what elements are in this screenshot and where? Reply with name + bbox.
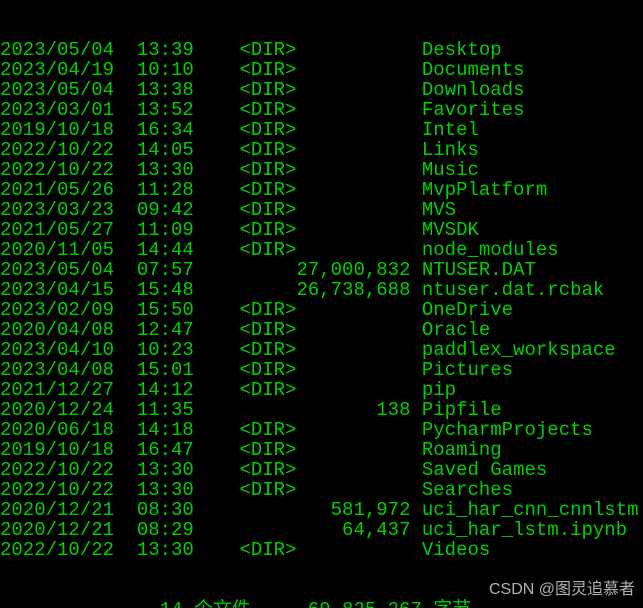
dir-entry: 2022/10/22 13:30 <DIR> Saved Games <box>0 460 643 480</box>
watermark-text: CSDN @图灵追慕者 <box>489 580 635 600</box>
dir-entry: 2021/05/26 11:28 <DIR> MvpPlatform <box>0 180 643 200</box>
dir-listing: 2023/05/04 13:39 <DIR> Desktop2023/04/19… <box>0 40 643 560</box>
dir-entry: 2023/04/19 10:10 <DIR> Documents <box>0 60 643 80</box>
dir-entry: 2019/10/18 16:34 <DIR> Intel <box>0 120 643 140</box>
dir-entry: 2023/03/23 09:42 <DIR> MVS <box>0 200 643 220</box>
dir-entry: 2022/10/22 13:30 <DIR> Videos <box>0 540 643 560</box>
dir-entry: 2023/04/08 15:01 <DIR> Pictures <box>0 360 643 380</box>
terminal-output[interactable]: 2023/05/04 13:39 <DIR> Desktop2023/04/19… <box>0 0 643 608</box>
dir-entry: 2023/04/15 15:48 26,738,688 ntuser.dat.r… <box>0 280 643 300</box>
dir-entry: 2022/10/22 13:30 <DIR> Searches <box>0 480 643 500</box>
dir-entry: 2023/02/09 15:50 <DIR> OneDrive <box>0 300 643 320</box>
dir-entry: 2022/10/22 14:05 <DIR> Links <box>0 140 643 160</box>
dir-entry: 2023/05/04 13:38 <DIR> Downloads <box>0 80 643 100</box>
dir-entry: 2020/04/08 12:47 <DIR> Oracle <box>0 320 643 340</box>
dir-entry: 2020/12/21 08:29 64,437 uci_har_lstm.ipy… <box>0 520 643 540</box>
dir-entry: 2020/11/05 14:44 <DIR> node_modules <box>0 240 643 260</box>
dir-entry: 2023/05/04 13:39 <DIR> Desktop <box>0 40 643 60</box>
dir-entry: 2023/03/01 13:52 <DIR> Favorites <box>0 100 643 120</box>
dir-entry: 2021/12/27 14:12 <DIR> pip <box>0 380 643 400</box>
summary-files: 14 个文件 69,825,267 字节 <box>0 600 643 608</box>
dir-entry: 2022/10/22 13:30 <DIR> Music <box>0 160 643 180</box>
dir-entry: 2020/12/21 08:30 581,972 uci_har_cnn_cnn… <box>0 500 643 520</box>
dir-entry: 2023/05/04 07:57 27,000,832 NTUSER.DAT <box>0 260 643 280</box>
dir-entry: 2020/12/24 11:35 138 Pipfile <box>0 400 643 420</box>
dir-entry: 2019/10/18 16:47 <DIR> Roaming <box>0 440 643 460</box>
dir-entry: 2021/05/27 11:09 <DIR> MVSDK <box>0 220 643 240</box>
dir-entry: 2023/04/10 10:23 <DIR> paddlex_workspace <box>0 340 643 360</box>
dir-entry: 2020/06/18 14:18 <DIR> PycharmProjects <box>0 420 643 440</box>
